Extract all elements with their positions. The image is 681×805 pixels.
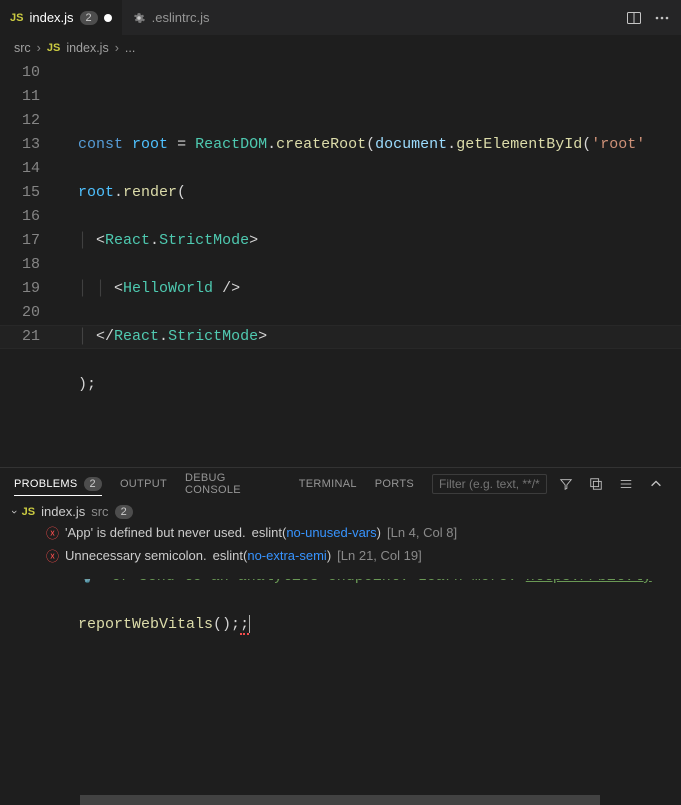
problem-item[interactable]: ⓧ 'App' is defined but never used. eslin… <box>8 521 673 544</box>
line-gutter: 101112131415161718192021 <box>0 61 58 349</box>
problem-source: eslint(no-unused-vars) <box>252 525 381 540</box>
code-content[interactable]: const root = ReactDOM.createRoot(documen… <box>78 61 681 685</box>
filter-icon[interactable] <box>555 473 577 495</box>
error-icon: ⓧ <box>46 546 59 565</box>
scrollbar-thumb[interactable] <box>80 795 600 805</box>
error-icon: ⓧ <box>46 523 59 542</box>
tab-index-js[interactable]: JS index.js 2 <box>0 0 122 35</box>
editor-tabs-bar: JS index.js 2 .eslintrc.js <box>0 0 681 35</box>
tab-dirty-dot-icon <box>104 14 112 22</box>
chevron-down-icon: › <box>8 510 20 514</box>
breadcrumb-segment[interactable]: ... <box>125 41 135 55</box>
chevron-up-icon[interactable] <box>645 473 667 495</box>
panel-tab-output[interactable]: Output <box>120 478 167 490</box>
problem-location: [Ln 21, Col 19] <box>337 548 422 563</box>
horizontal-scrollbar[interactable] <box>78 795 681 805</box>
panel-tab-label: Problems <box>14 478 78 490</box>
problem-item[interactable]: ⓧ Unnecessary semicolon. eslint(no-extra… <box>8 544 673 567</box>
chevron-right-icon: › <box>37 41 41 55</box>
split-editor-icon[interactable] <box>623 7 645 29</box>
problem-location: [Ln 4, Col 8] <box>387 525 457 540</box>
breadcrumb-segment[interactable]: index.js <box>66 41 108 55</box>
problems-list: › JS index.js src 2 ⓧ 'App' is defined b… <box>0 500 681 569</box>
panel-tabs: Problems 2 Output Debug Console Terminal… <box>0 468 681 500</box>
tab-label: .eslintrc.js <box>152 10 210 25</box>
breadcrumb[interactable]: src › JS index.js › ... <box>0 35 681 61</box>
file-problems-badge: 2 <box>115 505 133 519</box>
gear-icon <box>132 11 146 25</box>
problem-rule[interactable]: no-unused-vars <box>286 525 376 540</box>
text-cursor <box>249 615 250 633</box>
view-as-list-icon[interactable] <box>615 473 637 495</box>
panel-tab-debug-console[interactable]: Debug Console <box>185 472 281 496</box>
problem-message: Unnecessary semicolon. <box>65 548 207 563</box>
problems-file-row[interactable]: › JS index.js src 2 <box>8 502 673 521</box>
problem-rule[interactable]: no-extra-semi <box>247 548 326 563</box>
panel-tab-ports[interactable]: Ports <box>375 478 414 490</box>
tab-label: index.js <box>29 10 73 25</box>
problem-message: 'App' is defined but never used. <box>65 525 246 540</box>
bottom-panel: Problems 2 Output Debug Console Terminal… <box>0 467 681 579</box>
js-file-icon: JS <box>47 42 60 54</box>
tab-eslintrc[interactable]: .eslintrc.js <box>122 0 220 35</box>
breadcrumb-segment[interactable]: src <box>14 41 31 55</box>
problem-source: eslint(no-extra-semi) <box>213 548 332 563</box>
more-actions-icon[interactable] <box>651 7 673 29</box>
collapse-all-icon[interactable] <box>585 473 607 495</box>
problems-filter-input[interactable] <box>432 474 547 494</box>
file-name: index.js <box>41 504 85 519</box>
panel-tab-problems[interactable]: Problems 2 <box>14 477 102 496</box>
tab-problems-badge: 2 <box>80 11 98 25</box>
js-file-icon: JS <box>22 506 35 518</box>
code-editor[interactable]: 101112131415161718192021 const root = Re… <box>0 61 681 805</box>
chevron-right-icon: › <box>115 41 119 55</box>
problems-count-badge: 2 <box>84 477 102 491</box>
js-file-icon: JS <box>10 12 23 24</box>
panel-tab-terminal[interactable]: Terminal <box>299 478 357 490</box>
file-path: src <box>91 504 108 519</box>
